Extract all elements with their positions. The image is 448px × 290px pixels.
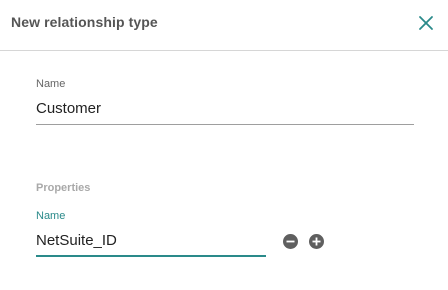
- dialog-title: New relationship type: [11, 14, 158, 30]
- name-input-underline: [36, 124, 414, 125]
- property-name-input-underline: [36, 255, 266, 257]
- name-field-label: Name: [36, 78, 66, 90]
- dialog-header: New relationship type: [0, 0, 448, 51]
- name-input[interactable]: Customer: [36, 100, 101, 117]
- minus-circle-icon[interactable]: [283, 234, 298, 249]
- properties-section-label: Properties: [36, 182, 91, 194]
- property-name-input[interactable]: NetSuite_ID: [36, 232, 117, 249]
- close-icon[interactable]: [416, 13, 436, 33]
- property-name-label: Name: [36, 210, 66, 222]
- plus-circle-icon[interactable]: [309, 234, 324, 249]
